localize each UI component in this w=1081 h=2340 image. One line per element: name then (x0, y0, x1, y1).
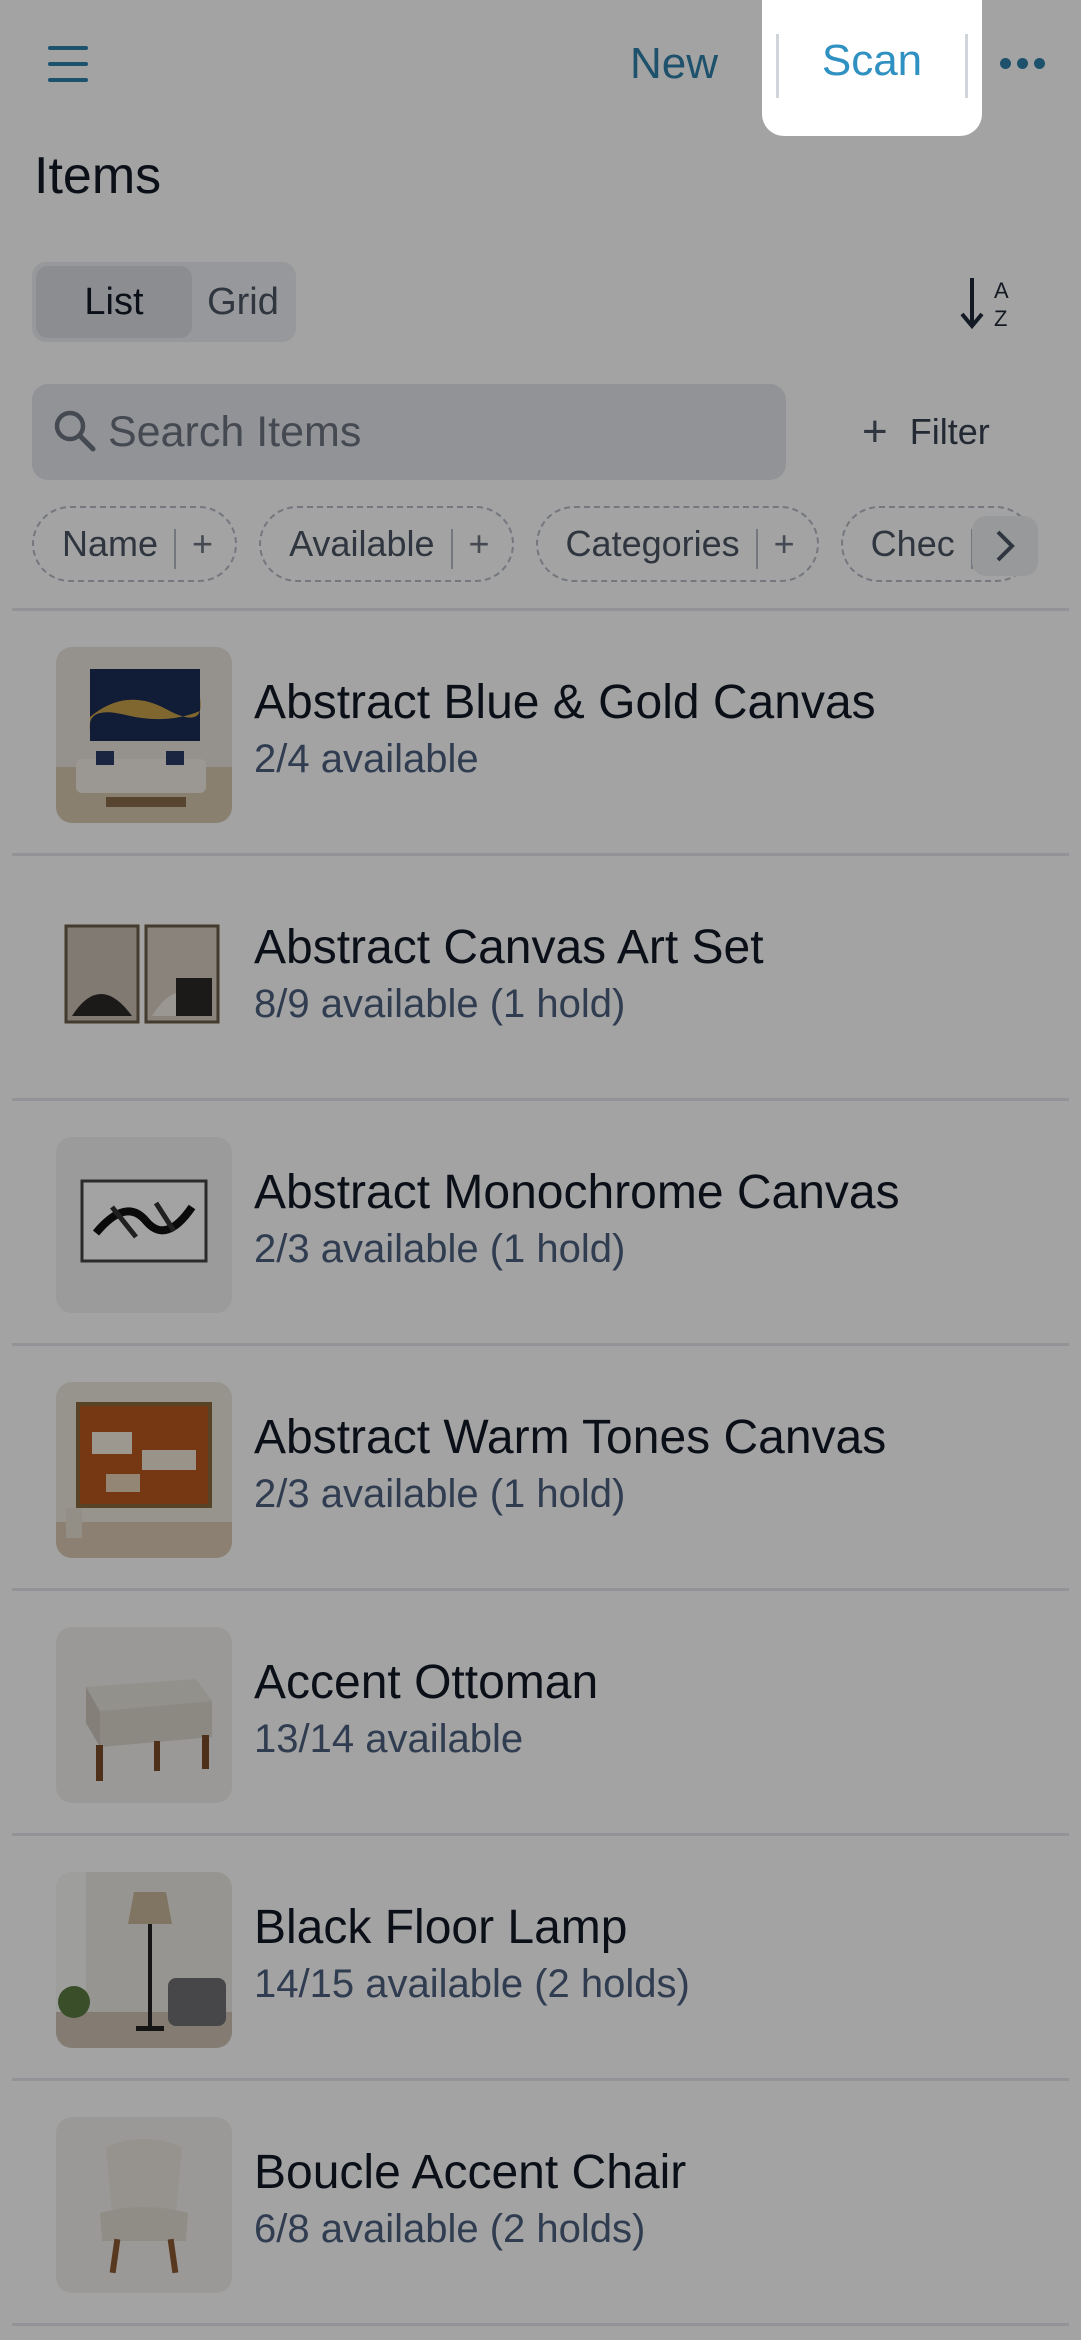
list-item[interactable]: Abstract Monochrome Canvas 2/3 available… (12, 1101, 1069, 1343)
chip-label: Available (289, 523, 435, 564)
search-input[interactable] (108, 402, 748, 462)
chip-available[interactable]: Available + (259, 506, 514, 582)
item-name: Black Floor Lamp (254, 1901, 628, 1954)
item-availability: 13/14 available (254, 1717, 524, 1761)
items-list: Abstract Blue & Gold Canvas 2/4 availabl… (12, 608, 1069, 2326)
item-name: Boucle Accent Chair (254, 2146, 687, 2199)
chip-label: Categories (565, 523, 740, 564)
item-thumbnail (56, 647, 232, 823)
item-name: Abstract Monochrome Canvas (254, 1166, 900, 1219)
filter-button[interactable]: + Filter (862, 400, 990, 464)
item-name: Abstract Warm Tones Canvas (254, 1411, 887, 1464)
view-grid-button[interactable]: Grid (194, 266, 292, 338)
filter-label: Filter (909, 411, 990, 452)
svg-text:Z: Z (994, 306, 1007, 331)
scan-label: Scan (821, 36, 923, 85)
chevron-right-icon[interactable] (972, 516, 1038, 576)
item-name: Abstract Canvas Art Set (254, 921, 764, 974)
list-item[interactable]: Black Floor Lamp 14/15 available (2 hold… (12, 1836, 1069, 2078)
item-thumbnail (56, 1627, 232, 1803)
list-item[interactable]: Abstract Warm Tones Canvas 2/3 available… (12, 1346, 1069, 1588)
sort-alpha-icon[interactable]: A Z (960, 270, 1020, 334)
item-thumbnail (56, 2117, 232, 2293)
list-item[interactable]: Accent Ottoman 13/14 available (12, 1591, 1069, 1833)
view-list-button[interactable]: List (36, 266, 192, 338)
item-availability: 2/4 available (254, 737, 479, 781)
list-item[interactable]: Abstract Blue & Gold Canvas 2/4 availabl… (12, 611, 1069, 853)
chip-categories[interactable]: Categories + (535, 506, 819, 582)
chip-label: Chec (870, 523, 955, 564)
menu-icon[interactable] (44, 44, 92, 84)
search-icon (54, 410, 96, 452)
item-availability: 2/3 available (1 hold) (254, 1227, 626, 1271)
plus-icon: + (862, 407, 888, 456)
item-availability: 14/15 available (2 holds) (254, 1962, 690, 2006)
item-name: Abstract Blue & Gold Canvas (254, 676, 876, 729)
new-button[interactable]: New (630, 34, 718, 94)
search-bar (32, 384, 786, 480)
filter-chips: Name + Available + Categories + Chec + (32, 506, 1081, 586)
view-toggle: List Grid (32, 262, 296, 342)
chip-add-icon[interactable]: + (453, 508, 512, 580)
scan-button[interactable]: Scan (762, 0, 982, 136)
chip-add-icon[interactable]: + (758, 508, 817, 580)
chip-label: Name (62, 523, 159, 564)
item-thumbnail (56, 1137, 232, 1313)
items-page: New Scan Items List Grid A Z + Filter (0, 0, 1081, 2340)
svg-text:A: A (994, 278, 1009, 303)
item-name: Accent Ottoman (254, 1656, 599, 1709)
item-availability: 6/8 available (2 holds) (254, 2207, 646, 2251)
item-thumbnail (56, 1872, 232, 2048)
item-availability: 2/3 available (1 hold) (254, 1472, 626, 1516)
list-item[interactable]: Abstract Canvas Art Set 8/9 available (1… (12, 856, 1069, 1098)
item-thumbnail (56, 892, 232, 1068)
list-item[interactable]: Boucle Accent Chair 6/8 available (2 hol… (12, 2081, 1069, 2323)
chip-add-icon[interactable]: + (176, 508, 235, 580)
chip-name[interactable]: Name + (32, 506, 238, 582)
page-title: Items (34, 147, 162, 205)
item-thumbnail (56, 1382, 232, 1558)
more-icon[interactable] (1000, 56, 1046, 72)
item-availability: 8/9 available (1 hold) (254, 982, 626, 1026)
